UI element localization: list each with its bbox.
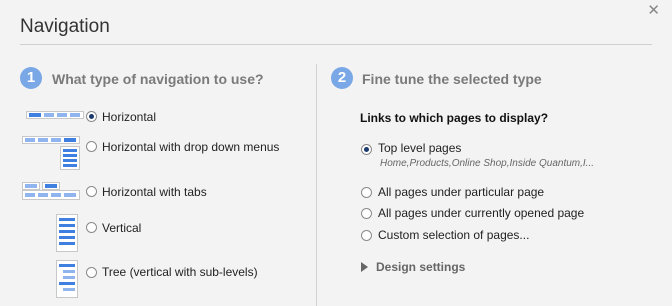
nav-type-option-tree[interactable]: Tree (vertical with sub-levels) [20, 260, 310, 300]
nav-type-option-horizontal-tabs[interactable]: Horizontal with tabs [20, 181, 310, 203]
horizontal-tabs-nav-icon [22, 182, 82, 200]
option-label-horizontal-dropdown: Horizontal with drop down menus [102, 140, 280, 154]
pages-option-particular-page[interactable]: All pages under particular page [360, 184, 660, 202]
close-icon: ✕ [647, 2, 660, 19]
design-settings-label: Design settings [376, 260, 466, 274]
radio-horizontal-dropdown[interactable] [86, 141, 97, 152]
close-button[interactable]: ✕ [647, 2, 660, 19]
step-2-title: Fine tune the selected type [362, 71, 542, 87]
links-heading: Links to which pages to display? [360, 111, 549, 125]
step-2-badge: 2 [331, 67, 353, 89]
option-label-currently-opened: All pages under currently opened page [378, 206, 585, 220]
option-label-particular-page: All pages under particular page [378, 185, 545, 199]
radio-vertical[interactable] [86, 222, 97, 233]
horizontal-dropdown-nav-icon [22, 136, 82, 170]
radio-custom-selection[interactable] [361, 230, 372, 241]
nav-type-option-horizontal-dropdown[interactable]: Horizontal with drop down menus [20, 136, 310, 172]
step-1-badge: 1 [20, 67, 42, 89]
radio-horizontal[interactable] [86, 111, 97, 122]
step-1-title: What type of navigation to use? [52, 71, 264, 87]
pages-option-top-level[interactable]: Top level pages Home,Products,Online Sho… [360, 140, 660, 170]
option-label-horizontal-tabs: Horizontal with tabs [102, 185, 207, 199]
radio-tree[interactable] [86, 267, 97, 278]
radio-currently-opened[interactable] [361, 208, 372, 219]
vertical-nav-icon [56, 214, 78, 252]
tree-nav-icon [56, 260, 78, 298]
option-label-vertical: Vertical [102, 221, 142, 235]
horizontal-nav-icon [26, 111, 84, 119]
radio-particular-page[interactable] [361, 187, 372, 198]
column-divider [316, 64, 317, 306]
nav-type-option-vertical[interactable]: Vertical [20, 214, 310, 254]
pages-option-currently-opened[interactable]: All pages under currently opened page [360, 205, 660, 223]
triangle-right-icon [361, 262, 368, 272]
option-label-custom-selection: Custom selection of pages... [378, 228, 530, 242]
pages-option-custom[interactable]: Custom selection of pages... [360, 227, 660, 245]
top-level-pages-list: Home,Products,Online Shop,Inside Quantum… [380, 158, 594, 169]
radio-horizontal-tabs[interactable] [86, 186, 97, 197]
option-label-horizontal: Horizontal [102, 110, 157, 124]
nav-type-option-horizontal[interactable]: Horizontal [20, 106, 310, 128]
radio-top-level-pages[interactable] [361, 144, 372, 155]
option-label-top-level-pages: Top level pages [378, 141, 462, 155]
dialog-title: Navigation [20, 16, 110, 37]
design-settings-toggle[interactable]: Design settings [361, 260, 465, 274]
option-label-tree: Tree (vertical with sub-levels) [102, 265, 258, 279]
title-divider [20, 44, 652, 45]
